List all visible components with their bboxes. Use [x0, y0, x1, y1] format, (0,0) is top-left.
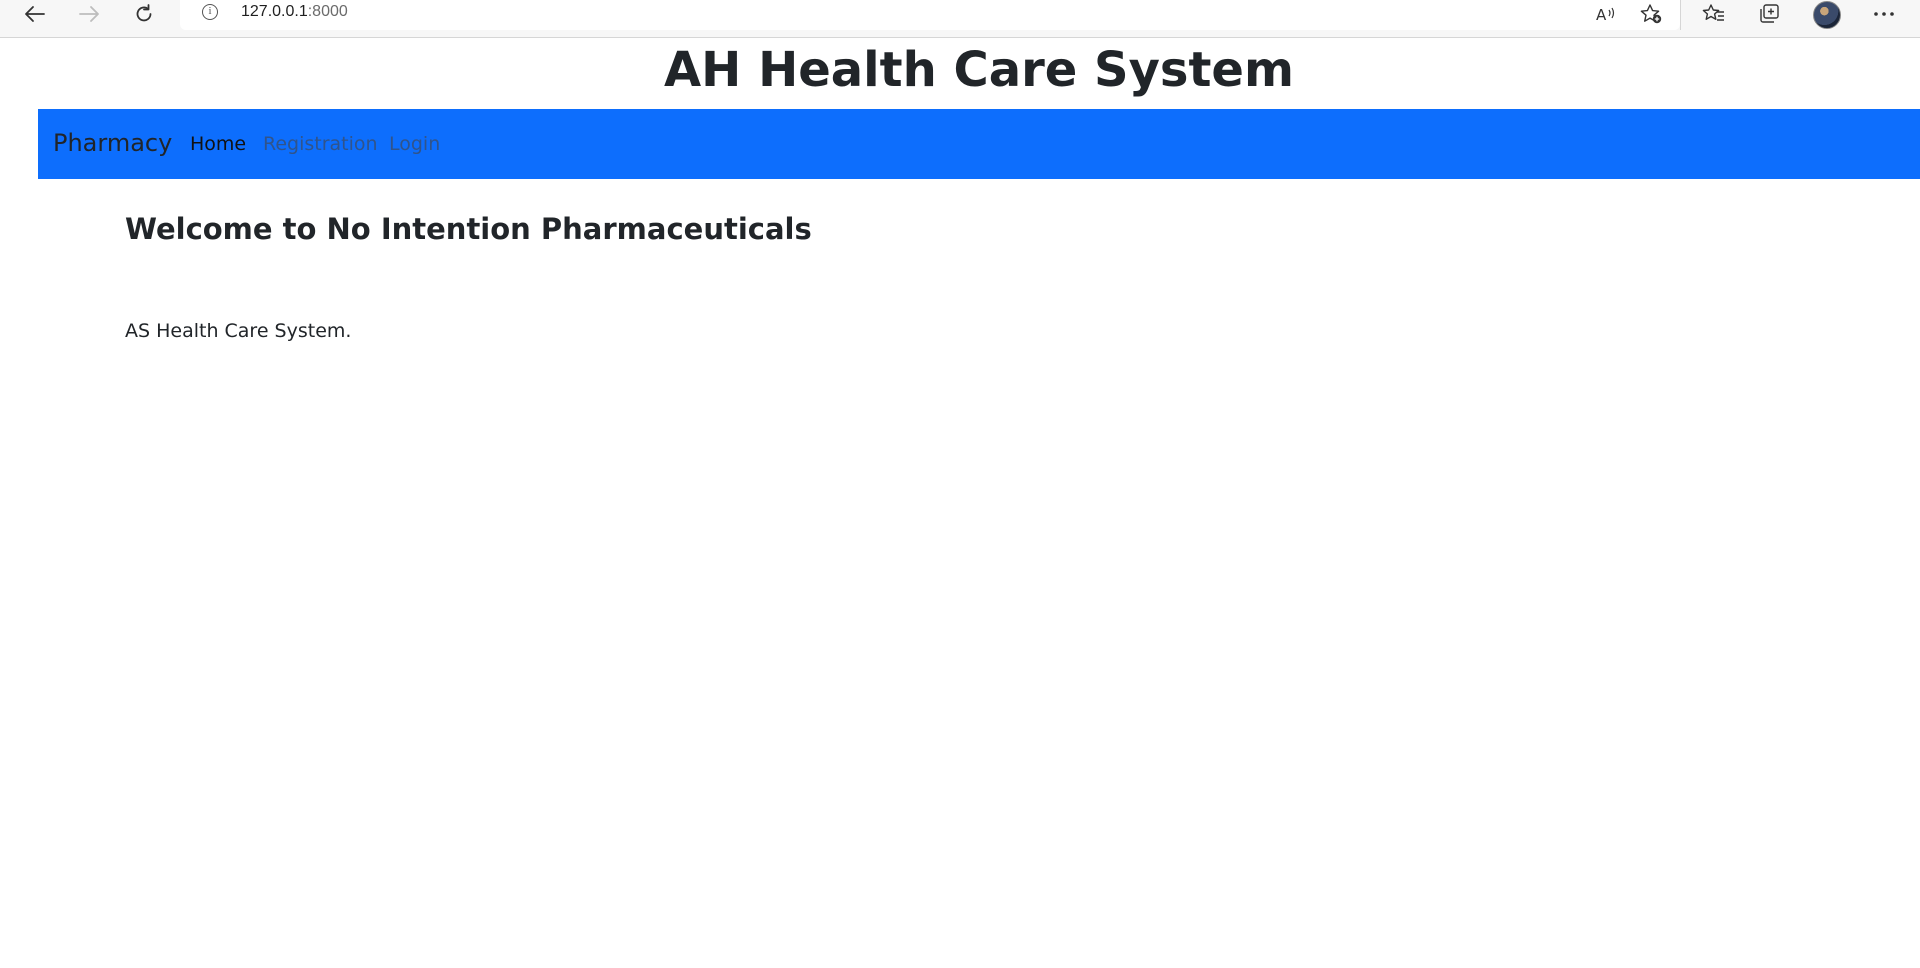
- nav-link-home[interactable]: Home: [190, 132, 246, 156]
- tagline-text: AS Health Care System.: [125, 320, 352, 342]
- read-aloud-icon[interactable]: A: [1592, 2, 1620, 26]
- url-text[interactable]: 127.0.0.1:8000: [241, 3, 348, 21]
- url-host: 127.0.0.1: [241, 3, 308, 20]
- more-icon[interactable]: [1870, 2, 1898, 26]
- add-favorite-icon[interactable]: [1637, 2, 1665, 26]
- toolbar-divider: [1680, 0, 1681, 30]
- nav-link-registration[interactable]: Registration: [263, 132, 378, 156]
- info-icon[interactable]: i: [202, 4, 218, 20]
- forward-arrow-icon[interactable]: [71, 0, 107, 28]
- profile-avatar[interactable]: [1813, 1, 1841, 29]
- collections-icon[interactable]: [1756, 2, 1784, 26]
- url-port: :8000: [307, 3, 348, 20]
- welcome-heading: Welcome to No Intention Pharmaceuticals: [125, 212, 812, 246]
- back-arrow-icon[interactable]: [17, 0, 53, 28]
- navbar-brand[interactable]: Pharmacy: [53, 128, 172, 158]
- favorites-icon[interactable]: [1700, 2, 1728, 26]
- site-title: AH Health Care System: [664, 42, 1294, 98]
- browser-toolbar: i 127.0.0.1:8000 A: [0, 0, 1920, 38]
- address-bar[interactable]: i 127.0.0.1:8000: [180, 0, 1680, 30]
- nav-link-login[interactable]: Login: [389, 132, 440, 156]
- svg-text:A: A: [1596, 6, 1607, 24]
- navbar: Pharmacy Home Registration Login: [38, 109, 1920, 179]
- reload-icon[interactable]: [126, 0, 162, 28]
